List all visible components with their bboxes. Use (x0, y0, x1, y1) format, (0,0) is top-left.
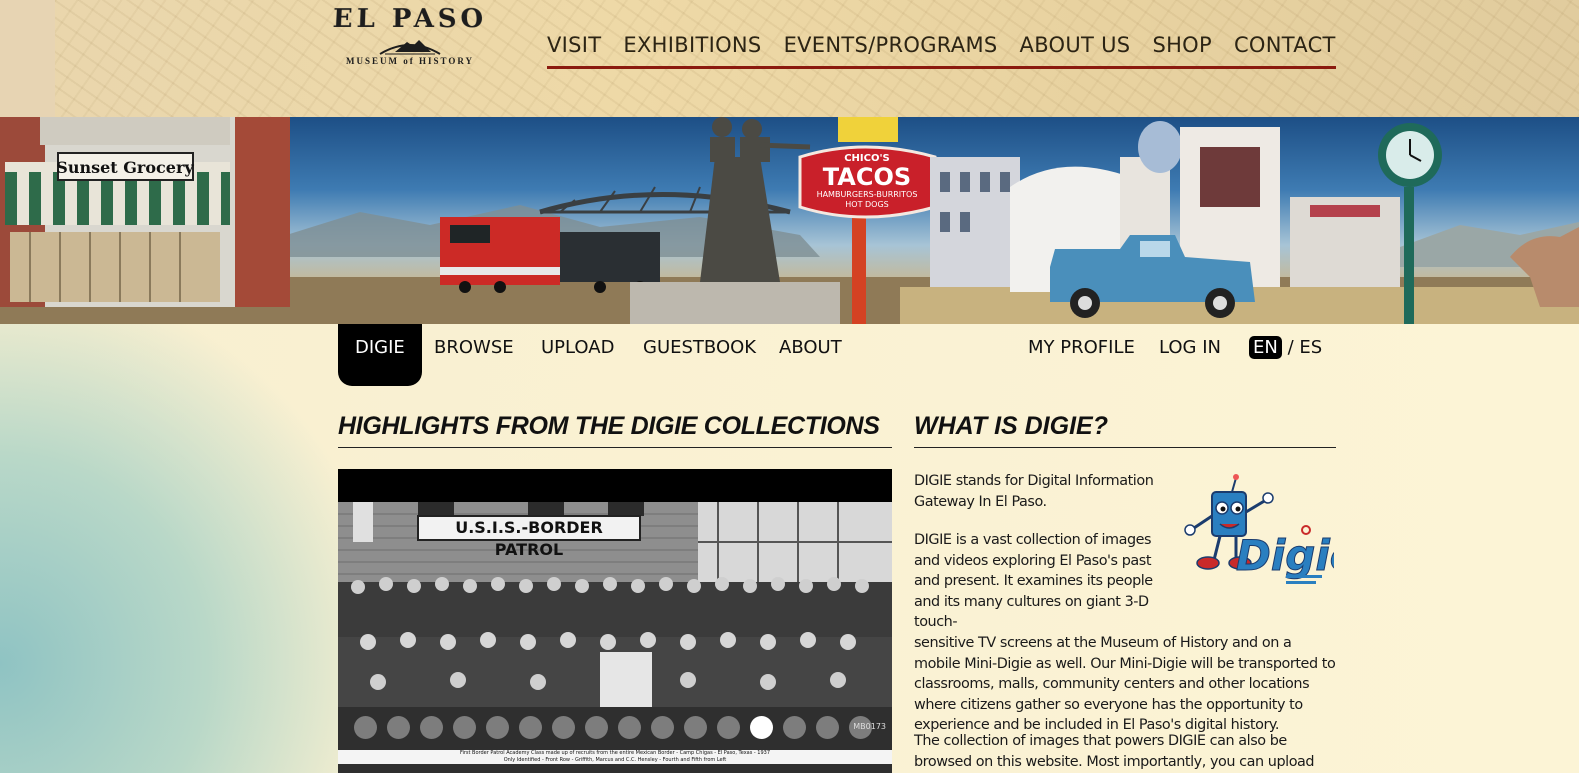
slide-caption-line1: First Border Patrol Academy Class made u… (459, 750, 771, 756)
lang-es-button[interactable]: ES (1299, 337, 1322, 358)
subnav-my-profile[interactable]: MY PROFILE (1028, 324, 1135, 386)
subnav-log-in[interactable]: LOG IN (1159, 324, 1221, 386)
nav-visit[interactable]: VISIT (547, 30, 601, 60)
slide-dot-5[interactable] (486, 716, 509, 739)
slide-dot-2[interactable] (387, 716, 410, 739)
nav-contact[interactable]: CONTACT (1234, 30, 1336, 60)
slide-dot-15[interactable] (816, 716, 839, 739)
slide-dot-13[interactable] (750, 716, 773, 739)
language-switcher: EN / ES (1249, 324, 1322, 386)
header-left-strip (0, 0, 55, 117)
subnav-browse[interactable]: BROWSE (434, 324, 514, 386)
subnav-upload[interactable]: UPLOAD (541, 324, 614, 386)
el-paso-collage-banner: Sunset Grocery CHICO'S TACOS HAMBURGERS-… (0, 117, 1579, 324)
slide-dot-9[interactable] (618, 716, 641, 739)
nav-events-programs[interactable]: EVENTS/PROGRAMS (784, 30, 998, 60)
slide-dot-1[interactable] (354, 716, 377, 739)
mountain-emblem-icon (379, 40, 441, 55)
subnav-guestbook[interactable]: GUESTBOOK (643, 324, 756, 386)
highlights-heading: HIGHLIGHTS FROM THE DIGIE COLLECTIONS (338, 412, 892, 448)
slide-watermark: MB0173 (853, 722, 886, 731)
digie-description-part2: sensitive TV screens at the Museum of Hi… (914, 634, 1336, 734)
digie-definition-paragraph: DIGIE stands for Digital Information Gat… (914, 473, 1154, 510)
slide-caption: First Border Patrol Academy Class made u… (338, 750, 892, 764)
subnav-about[interactable]: ABOUT (779, 324, 842, 386)
slideshow-pager (354, 716, 872, 739)
logo-name: EL PASO (331, 4, 489, 35)
site-header: EL PASO MUSEUM of HISTORY VISIT EXHIBITI… (0, 0, 1579, 117)
highlights-slideshow[interactable]: U.S.I.S.-BORDER PATROL MB0173 First Bord… (338, 469, 892, 773)
tacos-sign-sub2: HOT DOGS (845, 200, 888, 209)
grocery-sign-text: Sunset Grocery (56, 158, 194, 177)
slide-dot-11[interactable] (684, 716, 707, 739)
museum-logo[interactable]: EL PASO MUSEUM of HISTORY (325, 4, 495, 74)
slide-caption-line2: Only Identified - Front Row - Griffith, … (503, 757, 727, 763)
what-is-digie-heading: WHAT IS DIGIE? (914, 412, 1336, 448)
main-navigation: VISIT EXHIBITIONS EVENTS/PROGRAMS ABOUT … (547, 30, 1336, 69)
banner-illustration: Sunset Grocery CHICO'S TACOS HAMBURGERS-… (0, 117, 1579, 324)
slide-dot-4[interactable] (453, 716, 476, 739)
nav-about-us[interactable]: ABOUT US (1020, 30, 1131, 60)
slide-dot-10[interactable] (651, 716, 674, 739)
digie-description-part1: DIGIE is a vast collection of images and… (914, 532, 1153, 631)
subnav-digie[interactable]: DIGIE (338, 324, 422, 386)
tacos-sign-sub1: HAMBURGERS-BURRITOS (817, 190, 918, 199)
digie-description-paragraph: DIGIE is a vast collection of images and… (914, 530, 1339, 736)
nav-shop[interactable]: SHOP (1152, 30, 1212, 60)
digie-browse-paragraph: The collection of images that powers DIG… (914, 733, 1315, 770)
slide-dot-12[interactable] (717, 716, 740, 739)
slide-dot-6[interactable] (519, 716, 542, 739)
logo-subtitle: MUSEUM of HISTORY (345, 56, 475, 66)
nav-exhibitions[interactable]: EXHIBITIONS (623, 30, 761, 60)
slide-dot-7[interactable] (552, 716, 575, 739)
digie-subnav: DIGIE BROWSE UPLOAD GUESTBOOK ABOUT MY P… (338, 324, 1338, 386)
slide-dot-3[interactable] (420, 716, 443, 739)
lang-en-button[interactable]: EN (1249, 336, 1282, 359)
slide-sign: U.S.I.S.-BORDER PATROL (417, 515, 641, 559)
slide-dot-14[interactable] (783, 716, 806, 739)
tacos-sign-main: TACOS (823, 163, 911, 191)
lang-separator: / (1287, 337, 1294, 358)
slide-dot-8[interactable] (585, 716, 608, 739)
